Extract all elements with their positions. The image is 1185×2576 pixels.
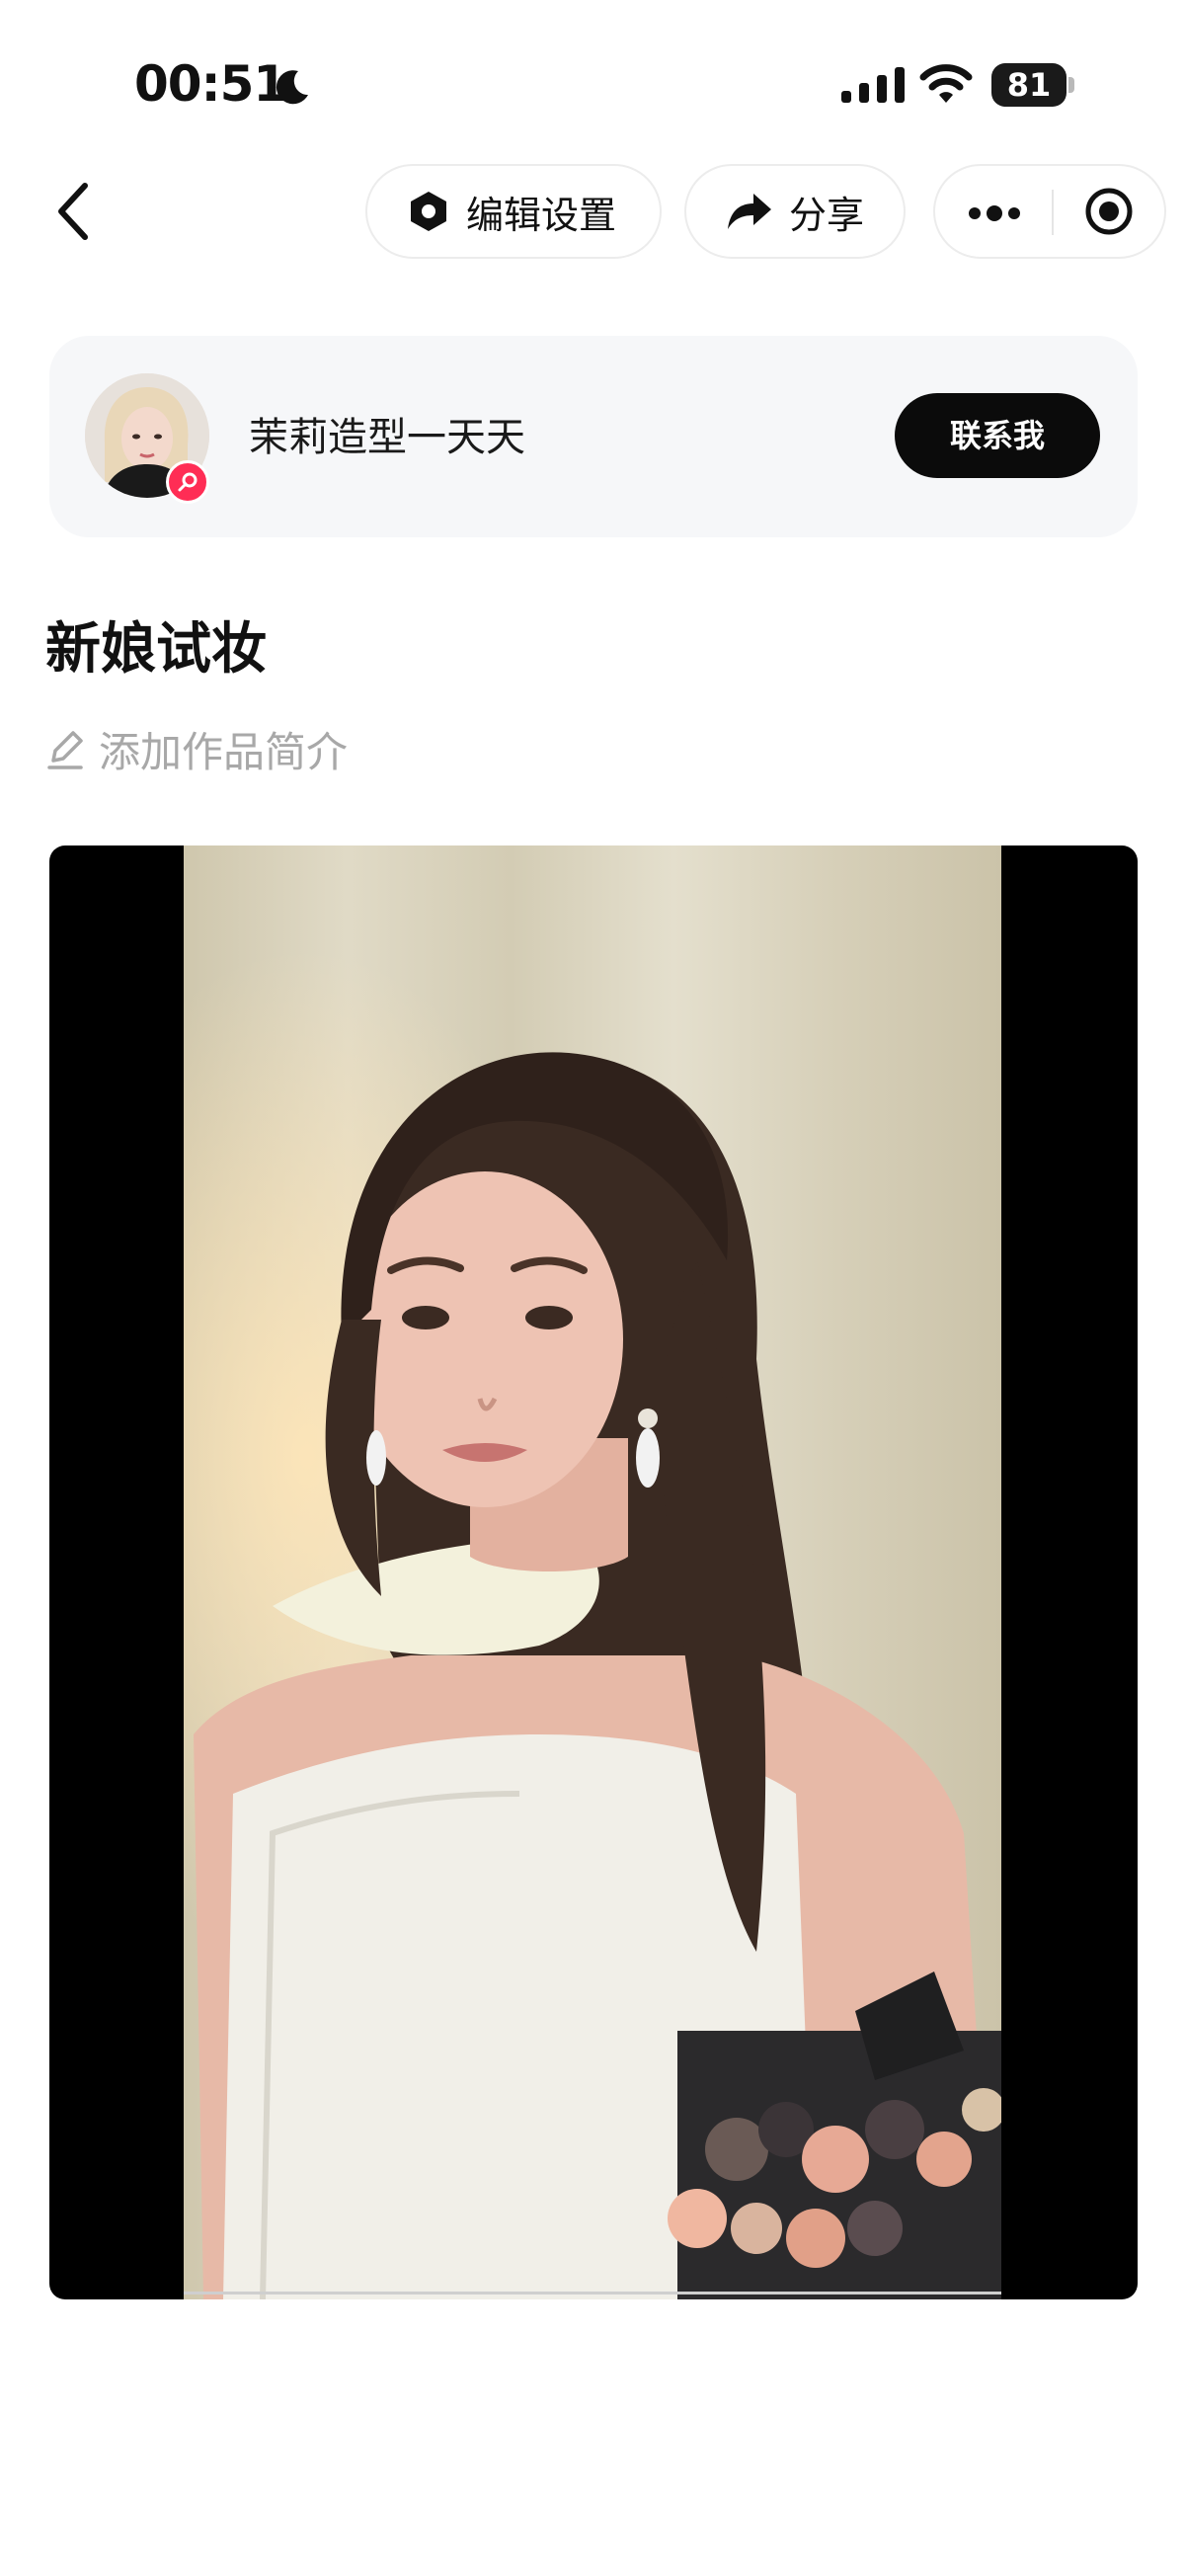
moon-icon [276, 70, 308, 105]
edit-settings-label: 编辑设置 [466, 193, 617, 237]
chevron-left-icon[interactable] [51, 180, 95, 243]
contact-button[interactable]: 联系我 [895, 393, 1100, 478]
edit-settings-button[interactable]: 编辑设置 [365, 164, 662, 259]
video-player[interactable] [49, 845, 1138, 2299]
share-button[interactable]: 分享 [684, 164, 906, 259]
author-name[interactable]: 茉莉造型一天天 [249, 405, 525, 462]
hexagon-settings-icon [411, 192, 446, 231]
status-bar: 00:51 81 [0, 0, 1185, 148]
desc-placeholder: 添加作品简介 [99, 727, 349, 776]
video-frame-image [184, 845, 1001, 2299]
battery-level: 81 [1006, 66, 1052, 104]
wifi-icon [919, 64, 973, 103]
more-dots-icon[interactable] [967, 192, 1022, 235]
status-time: 00:51 [134, 55, 287, 113]
video-progress-line [184, 2292, 1001, 2294]
share-arrow-icon [728, 194, 771, 229]
mini-program-capsule [933, 164, 1166, 259]
cellular-signal-icon [841, 67, 905, 103]
add-description-button[interactable]: 添加作品简介 [45, 719, 348, 778]
share-label: 分享 [789, 193, 865, 237]
battery-icon: 81 [991, 63, 1076, 107]
post-title: 新娘试妆 [45, 617, 267, 682]
nav-bar: 编辑设置 分享 [0, 158, 1185, 267]
capsule-divider [1052, 190, 1054, 235]
author-card: 茉莉造型一天天 联系我 [49, 336, 1138, 537]
target-circle-icon[interactable] [1083, 186, 1135, 237]
pencil-icon [47, 731, 83, 769]
search-badge-icon [166, 460, 209, 504]
